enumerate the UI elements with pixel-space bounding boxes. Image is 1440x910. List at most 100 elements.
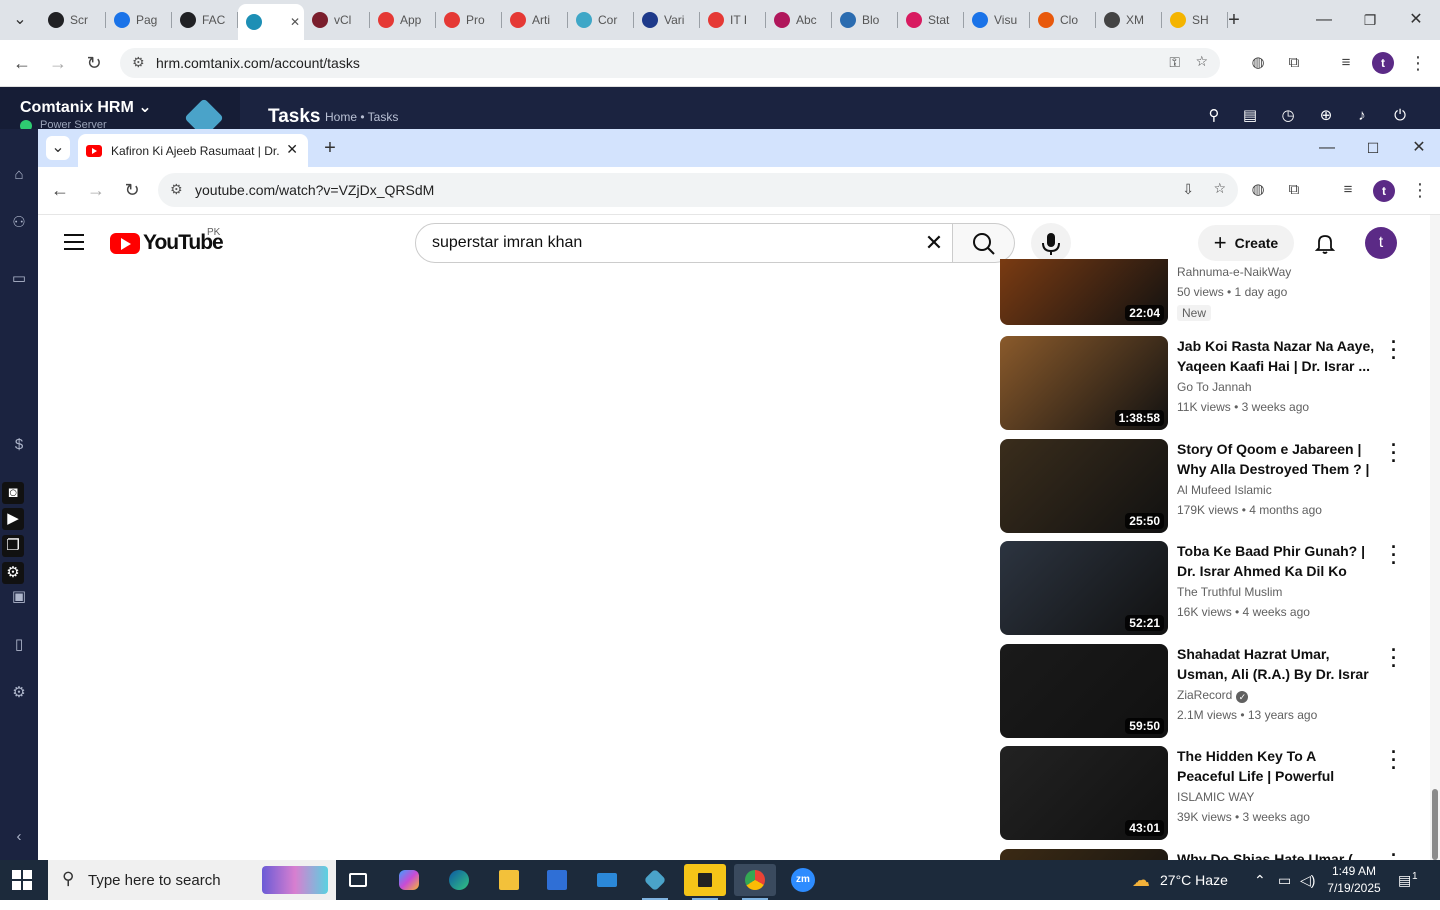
more-options-icon[interactable]: ··· <box>1384 743 1404 777</box>
outer-tab[interactable]: Clo <box>1030 8 1096 32</box>
reload-icon[interactable]: ↻ <box>80 49 108 77</box>
site-info-icon[interactable]: ⚙ <box>170 181 183 198</box>
video-channel[interactable]: The Truthful Muslim <box>1177 585 1282 599</box>
outer-tab[interactable]: Arti <box>502 8 568 32</box>
page-scrollbar[interactable] <box>1430 215 1440 860</box>
video-card[interactable]: Why Do Shias Hate Umar (... ··· <box>1000 846 1420 860</box>
file-explorer-icon[interactable] <box>488 864 530 896</box>
yt-profile-avatar[interactable]: t <box>1373 180 1395 202</box>
reload-icon[interactable]: ↻ <box>118 176 146 204</box>
outer-tab[interactable]: ✕ <box>238 4 304 40</box>
close-window-button[interactable]: ✕ <box>1404 8 1428 32</box>
search-icon[interactable]: ⚲ <box>1204 106 1224 126</box>
taskbar-search-box[interactable]: ⚲ Type here to search <box>48 860 336 900</box>
outer-tab[interactable]: Vari <box>634 8 700 32</box>
sticky-notes-icon[interactable] <box>684 864 726 900</box>
video-title[interactable]: Why Do Shias Hate Umar (... <box>1177 849 1375 860</box>
yt-maximize-button[interactable]: ☐ <box>1361 136 1385 160</box>
settings-gear-icon[interactable]: ⚙ <box>0 681 38 705</box>
video-thumbnail[interactable]: 59:50 <box>1000 644 1168 738</box>
outer-tab[interactable]: Pag <box>106 8 172 32</box>
outer-tab[interactable]: Abc <box>766 8 832 32</box>
outer-tab[interactable]: Pro <box>436 8 502 32</box>
microsoft-store-icon[interactable] <box>536 864 578 896</box>
bookmark-star-icon[interactable]: ☆ <box>1213 180 1226 197</box>
tab-youtube-video[interactable]: Kafiron Ki Ajeeb Rasumaat | Dr. ✕ <box>78 134 308 167</box>
clock-icon[interactable]: ◷ <box>1278 106 1298 126</box>
volume-icon[interactable]: ◁) <box>1300 860 1315 900</box>
forward-arrow-icon[interactable]: → <box>44 49 72 77</box>
outer-tab[interactable]: Cor <box>568 8 634 32</box>
video-record-icon[interactable]: ▶ <box>2 508 24 530</box>
youtube-logo[interactable]: YouTube PK <box>110 227 224 255</box>
media-icon[interactable]: ≡ <box>1334 176 1362 204</box>
close-tab-icon[interactable]: ✕ <box>286 141 298 158</box>
camera-icon[interactable]: ◙ <box>2 482 24 504</box>
close-tab-icon[interactable]: ✕ <box>290 15 300 29</box>
hamburger-menu-icon[interactable] <box>64 234 84 250</box>
outer-tab[interactable]: Visu <box>964 8 1030 32</box>
more-options-icon[interactable]: ··· <box>1384 641 1404 675</box>
video-thumbnail[interactable]: 52:21 <box>1000 541 1168 635</box>
outer-tab[interactable]: XM <box>1096 8 1162 32</box>
tab-search-icon[interactable]: ⌄ <box>8 8 32 32</box>
notes-icon[interactable]: ▤ <box>1240 106 1260 126</box>
video-title[interactable]: Shahadat Hazrat Umar, Usman, Ali (R.A.) … <box>1177 644 1375 684</box>
power-icon[interactable]: ⏻ <box>1390 106 1410 126</box>
voice-search-button[interactable] <box>1031 223 1071 263</box>
video-thumbnail[interactable]: 25:50 <box>1000 439 1168 533</box>
video-title[interactable]: The Hidden Key To A Peaceful Life | Powe… <box>1177 746 1375 786</box>
bell-icon[interactable]: ♪ <box>1352 106 1372 126</box>
minimize-button[interactable]: — <box>1312 8 1336 32</box>
video-channel[interactable]: ISLAMIC WAY <box>1177 790 1254 804</box>
back-arrow-icon[interactable]: ← <box>46 176 74 204</box>
video-channel[interactable]: ZiaRecord ✓ <box>1177 688 1249 703</box>
video-thumbnail[interactable]: 22:04 <box>1000 259 1168 325</box>
chrome-icon[interactable] <box>734 864 776 900</box>
windows-start-icon[interactable] <box>12 870 32 890</box>
more-options-icon[interactable]: ··· <box>1384 846 1404 860</box>
video-card[interactable]: 59:50 Shahadat Hazrat Umar, Usman, Ali (R… <box>1000 641 1420 740</box>
users-icon[interactable]: ⚇ <box>0 211 38 235</box>
search-input[interactable]: superstar imran khan <box>415 223 953 263</box>
video-title[interactable]: Story Of Qoom e Jabareen | Why Alla Dest… <box>1177 439 1375 479</box>
more-options-icon[interactable]: ··· <box>1384 436 1404 470</box>
add-icon[interactable]: ⊕ <box>1316 106 1336 126</box>
restore-button[interactable]: ❐ <box>1358 8 1382 32</box>
capture-settings-gear-icon[interactable]: ⚙ <box>2 562 24 584</box>
outer-tab[interactable]: SH <box>1162 8 1228 32</box>
system-clock[interactable]: 1:49 AM 7/19/2025 <box>1322 863 1386 897</box>
video-title[interactable]: Jab Koi Rasta Nazar Na Aaye, Yaqeen Kaaf… <box>1177 336 1375 376</box>
bookmark-star-icon[interactable]: ☆ <box>1195 53 1208 70</box>
mail-icon[interactable] <box>586 864 628 896</box>
breadcrumb[interactable]: Home • Tasks <box>325 110 398 124</box>
home-icon[interactable]: ⌂ <box>0 163 38 187</box>
network-icon[interactable]: ▭ <box>1278 860 1291 900</box>
dollar-icon[interactable]: $ <box>0 433 38 457</box>
outer-tab[interactable]: Blo <box>832 8 898 32</box>
collapse-chevron-icon[interactable]: ‹ <box>0 825 38 849</box>
outer-tab[interactable]: Scr <box>40 8 106 32</box>
edge-icon[interactable] <box>438 864 480 896</box>
clipboard-icon[interactable]: ▯ <box>0 633 38 657</box>
video-channel[interactable]: Go To Jannah <box>1177 380 1252 394</box>
extension-icon[interactable]: ◍ <box>1244 176 1272 204</box>
yt-menu-icon[interactable]: ⋮ <box>1406 176 1434 204</box>
install-app-icon[interactable]: ⇩ <box>1182 181 1194 198</box>
tab-list-chevron-icon[interactable]: ⌄ <box>46 136 70 160</box>
more-options-icon[interactable]: ··· <box>1384 333 1404 367</box>
more-options-icon[interactable]: ··· <box>1384 538 1404 572</box>
briefcase-icon[interactable]: ▭ <box>0 267 38 291</box>
outer-tab[interactable]: vCl <box>304 8 370 32</box>
weather-text[interactable]: 27°C Haze <box>1160 860 1228 900</box>
copilot-icon[interactable] <box>388 864 430 896</box>
yt-account-avatar[interactable]: t <box>1365 227 1397 259</box>
video-thumbnail[interactable] <box>1000 849 1168 860</box>
video-channel[interactable]: Al Mufeed Islamic <box>1177 483 1272 497</box>
video-card[interactable]: 1:38:58 Jab Koi Rasta Nazar Na Aaye, Yaqe… <box>1000 333 1420 432</box>
new-tab-button[interactable]: + <box>318 136 342 160</box>
weather-icon[interactable]: ☁ <box>1132 860 1150 900</box>
yt-address-bar[interactable]: ⚙ youtube.com/watch?v=VZjDx_QRSdM ⇩ ☆ <box>158 173 1238 207</box>
outer-menu-icon[interactable]: ⋮ <box>1404 49 1432 77</box>
video-card[interactable]: 25:50 Story Of Qoom e Jabareen | Why Alla… <box>1000 436 1420 535</box>
